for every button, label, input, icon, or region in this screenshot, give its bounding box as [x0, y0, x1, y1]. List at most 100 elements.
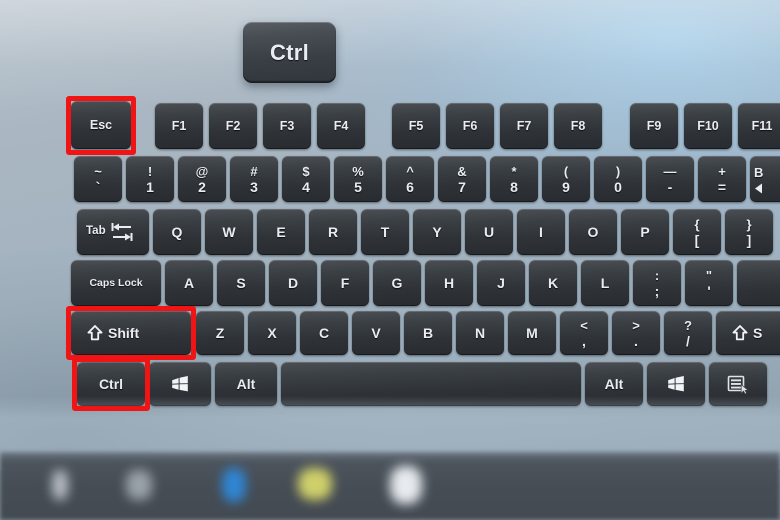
key-equals[interactable]: + = [698, 156, 746, 202]
key-tab[interactable]: Tab [77, 209, 149, 255]
key-f3[interactable]: F3 [263, 103, 311, 149]
key-f9[interactable]: F9 [630, 103, 678, 149]
key-e[interactable]: E [257, 209, 305, 255]
key-i[interactable]: I [517, 209, 565, 255]
key-c[interactable]: C [300, 311, 348, 355]
key-shift-right[interactable]: S [716, 311, 780, 355]
key-5[interactable]: % 5 [334, 156, 382, 202]
key-label: D [287, 275, 299, 291]
taskbar-icon-4[interactable] [298, 468, 332, 500]
key-context-menu[interactable] [709, 362, 767, 406]
screenshot-root: Esc F1 F2 F3 F4 F5 F6 F7 F8 F9 F10 F11 ~… [0, 0, 780, 520]
key-label: Y [432, 224, 442, 240]
key-p[interactable]: P [621, 209, 669, 255]
key-s[interactable]: S [217, 260, 265, 306]
key-h[interactable]: H [425, 260, 473, 306]
key-n[interactable]: N [456, 311, 504, 355]
key-label: Shift [108, 325, 140, 341]
key-f2[interactable]: F2 [209, 103, 257, 149]
key-f[interactable]: F [321, 260, 369, 306]
shift-arrow-icon [732, 325, 748, 341]
key-4[interactable]: $ 4 [282, 156, 330, 202]
key-a[interactable]: A [165, 260, 213, 306]
taskbar-icon-5[interactable] [390, 466, 422, 504]
key-f1[interactable]: F1 [155, 103, 203, 149]
taskbar-icon-2[interactable] [126, 470, 152, 500]
key-windows-right[interactable] [647, 362, 705, 406]
key-label-bottom: 3 [250, 178, 258, 195]
key-v[interactable]: V [352, 311, 400, 355]
key-label-bottom: 6 [406, 178, 414, 195]
key-1[interactable]: ! 1 [126, 156, 174, 202]
key-label-bottom: 1 [146, 178, 154, 195]
key-ctrl-left[interactable]: Ctrl [77, 362, 145, 406]
key-u[interactable]: U [465, 209, 513, 255]
key-esc[interactable]: Esc [71, 101, 131, 149]
key-z[interactable]: Z [196, 311, 244, 355]
key-y[interactable]: Y [413, 209, 461, 255]
key-label-top: ^ [406, 163, 414, 179]
key-f7[interactable]: F7 [500, 103, 548, 149]
key-label-top: > [632, 317, 640, 333]
key-g[interactable]: G [373, 260, 421, 306]
key-label-top: ! [147, 163, 153, 179]
key-o[interactable]: O [569, 209, 617, 255]
key-label: Alt [604, 376, 624, 392]
taskbar-icon-strip [0, 452, 780, 520]
key-b[interactable]: B [404, 311, 452, 355]
key-shift-left[interactable]: Shift [71, 311, 191, 355]
key-bracket-right[interactable]: } ] [725, 209, 773, 255]
key-k[interactable]: K [529, 260, 577, 306]
key-label-bottom: . [634, 332, 638, 349]
key-label-top: # [250, 163, 258, 179]
key-6[interactable]: ^ 6 [386, 156, 434, 202]
key-f10[interactable]: F10 [684, 103, 732, 149]
key-windows-left[interactable] [149, 362, 211, 406]
key-slash[interactable]: ? / [664, 311, 712, 355]
key-period[interactable]: > . [612, 311, 660, 355]
key-l[interactable]: L [581, 260, 629, 306]
key-label: X [267, 325, 277, 341]
key-8[interactable]: * 8 [490, 156, 538, 202]
key-2[interactable]: @ 2 [178, 156, 226, 202]
key-0[interactable]: ) 0 [594, 156, 642, 202]
key-backspace[interactable]: B [750, 156, 780, 202]
key-space[interactable] [281, 362, 581, 406]
key-label: Q [171, 224, 183, 240]
key-q[interactable]: Q [153, 209, 201, 255]
key-7[interactable]: & 7 [438, 156, 486, 202]
floating-ctrl-key[interactable]: Ctrl [243, 22, 336, 83]
key-bracket-left[interactable]: { [ [673, 209, 721, 255]
key-t[interactable]: T [361, 209, 409, 255]
key-caps-lock[interactable]: Caps Lock [71, 260, 161, 306]
key-x[interactable]: X [248, 311, 296, 355]
key-label: M [526, 325, 538, 341]
key-label-bottom: , [582, 332, 586, 349]
key-f8[interactable]: F8 [554, 103, 602, 149]
key-comma[interactable]: < , [560, 311, 608, 355]
key-r[interactable]: R [309, 209, 357, 255]
key-m[interactable]: M [508, 311, 556, 355]
key-label-bottom: 2 [198, 178, 206, 195]
key-d[interactable]: D [269, 260, 317, 306]
key-alt-right[interactable]: Alt [585, 362, 643, 406]
key-alt-left[interactable]: Alt [215, 362, 277, 406]
key-label: V [371, 325, 381, 341]
key-f11[interactable]: F11 [738, 103, 780, 149]
key-label-top: : [654, 267, 660, 283]
key-f4[interactable]: F4 [317, 103, 365, 149]
key-w[interactable]: W [205, 209, 253, 255]
key-9[interactable]: ( 9 [542, 156, 590, 202]
key-quote[interactable]: " ' [685, 260, 733, 306]
key-f5[interactable]: F5 [392, 103, 440, 149]
taskbar-icon-3[interactable] [222, 468, 246, 502]
key-semicolon[interactable]: : ; [633, 260, 681, 306]
key-backtick[interactable]: ~ ` [74, 156, 122, 202]
key-j[interactable]: J [477, 260, 525, 306]
key-3[interactable]: # 3 [230, 156, 278, 202]
key-label: F9 [646, 118, 662, 133]
taskbar-icon-1[interactable] [52, 470, 68, 500]
key-f6[interactable]: F6 [446, 103, 494, 149]
key-minus[interactable]: — - [646, 156, 694, 202]
key-enter[interactable] [737, 260, 780, 306]
